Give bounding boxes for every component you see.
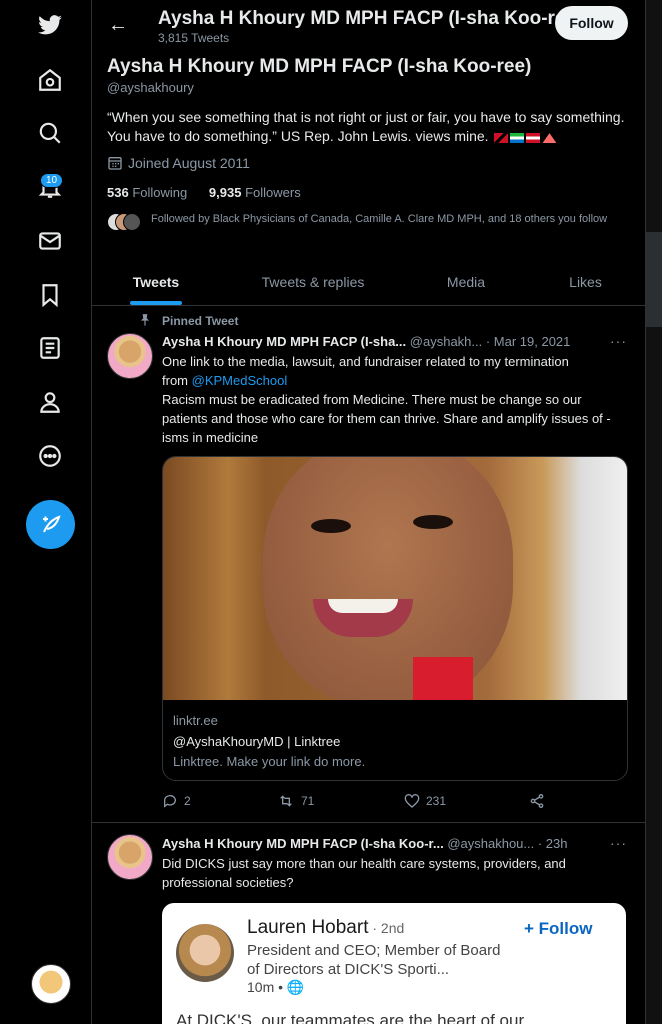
embedded-image[interactable]: Lauren Hobart · 2nd President and CEO; M… — [162, 903, 626, 1024]
portrait-face — [263, 457, 513, 700]
tweet-text-line1: One link to the media, lawsuit, and fund… — [162, 354, 569, 369]
followers-count: 9,935 — [208, 185, 242, 200]
card-photo — [163, 457, 627, 700]
more-icon[interactable] — [25, 431, 75, 481]
left-nav: 10 — [0, 0, 92, 1024]
joined-text: Joined August 2011 — [128, 155, 250, 171]
tweet-more-icon[interactable]: ··· — [610, 835, 627, 851]
tweet-actions: 2 71 231 — [162, 793, 632, 813]
profile-name: Aysha H Khoury MD MPH FACP (I-sha Koo-re… — [107, 56, 532, 77]
messages-icon[interactable] — [25, 216, 75, 266]
right-gutter — [645, 0, 662, 1024]
bookmarks-icon[interactable] — [25, 270, 75, 320]
linkedin-follow-button: + Follow — [524, 919, 593, 938]
followed-by-text: Followed by Black Physicians of Canada, … — [151, 213, 608, 225]
back-arrow-icon[interactable]: ← — [108, 14, 128, 37]
share-icon — [530, 794, 544, 808]
following-link[interactable]: 536 Following — [107, 185, 187, 200]
flag-emojis — [492, 128, 557, 147]
retweet-button[interactable]: 71 — [277, 793, 314, 809]
tweet-avatar[interactable] — [107, 834, 153, 880]
pin-icon — [140, 314, 150, 326]
card-domain: linktr.ee — [173, 713, 218, 728]
follow-button[interactable]: Follow — [555, 6, 628, 40]
header-profile-name: Aysha H Khoury MD MPH FACP (I-sha Koo-re… — [158, 8, 558, 29]
pinned-tweet[interactable]: Pinned Tweet Aysha H Khoury MD MPH FACP … — [92, 306, 645, 823]
calendar-icon — [108, 157, 122, 170]
share-button[interactable] — [529, 793, 545, 809]
linkedin-time: 10m • 🌐 — [247, 979, 305, 995]
followers-label: Followers — [245, 185, 301, 200]
compose-icon[interactable] — [26, 500, 75, 549]
lists-icon[interactable] — [25, 323, 75, 373]
tweet[interactable]: Aysha H Khoury MD MPH FACP (I-sha Koo-r.… — [92, 823, 645, 1024]
linkedin-title: President and CEO; Member of Board of Di… — [247, 942, 501, 978]
tweet-text-from: from — [162, 373, 192, 388]
reply-count: 2 — [184, 794, 191, 808]
twitter-logo-icon[interactable] — [25, 0, 75, 50]
following-count: 536 — [107, 185, 129, 200]
linkedin-degree: · 2nd — [368, 920, 405, 936]
tweet-author-name[interactable]: Aysha H Khoury MD MPH FACP (I-sha Koo-r.… — [162, 836, 444, 851]
card-description: Linktree. Make your link do more. — [173, 754, 366, 769]
tweet-more-icon[interactable]: ··· — [610, 333, 627, 349]
profile-header-bar: ← Aysha H Khoury MD MPH FACP (I-sha Koo-… — [92, 0, 645, 50]
followers-you-know-avatars — [107, 213, 141, 231]
tweet-avatar[interactable] — [107, 333, 153, 379]
tweet-header: Aysha H Khoury MD MPH FACP (I-sha... @ay… — [162, 334, 570, 349]
tweet-handle-time: @ayshakh... · Mar 19, 2021 — [409, 334, 571, 349]
followed-by[interactable]: Followed by Black Physicians of Canada, … — [107, 212, 617, 231]
profile-tabs: Tweets Tweets & replies Media Likes — [92, 258, 645, 306]
linkedin-name: Lauren Hobart — [247, 917, 369, 938]
main-column: ← Aysha H Khoury MD MPH FACP (I-sha Koo-… — [91, 0, 646, 1024]
tweet-text: Did DICKS just say more than our health … — [162, 856, 566, 890]
mention-link[interactable]: @KPMedSchool — [192, 373, 288, 388]
tweet-author-name[interactable]: Aysha H Khoury MD MPH FACP (I-sha... — [162, 334, 406, 349]
tab-tweets-and-replies[interactable]: Tweets & replies — [220, 258, 406, 305]
followers-link[interactable]: 9,935 Followers — [209, 185, 301, 200]
tab-tweets[interactable]: Tweets — [92, 258, 220, 305]
profile-handle: @ayshakhoury — [107, 80, 194, 95]
profile-stats: 536 Following 9,935 Followers — [107, 185, 301, 200]
linkedin-name-line: Lauren Hobart · 2nd — [247, 917, 404, 939]
linkedin-avatar — [176, 924, 234, 982]
profile-bio: “When you see something that is not righ… — [107, 108, 632, 147]
like-button[interactable]: 231 — [404, 793, 446, 809]
globe-icon: 🌐 — [286, 979, 305, 995]
reply-icon — [163, 795, 176, 808]
pinned-label: Pinned Tweet — [162, 314, 239, 328]
tweet-text: One link to the media, lawsuit, and fund… — [162, 352, 630, 447]
tweet-header: Aysha H Khoury MD MPH FACP (I-sha Koo-r.… — [162, 836, 567, 851]
joined-date: Joined August 2011 — [107, 155, 250, 171]
header-tweet-count: 3,815 Tweets — [158, 31, 230, 45]
reply-button[interactable]: 2 — [162, 793, 191, 809]
retweet-count: 71 — [301, 794, 315, 808]
tab-likes[interactable]: Likes — [526, 258, 645, 305]
like-icon — [404, 794, 420, 808]
like-count: 231 — [426, 794, 447, 808]
tweet-text-rest: Racism must be eradicated from Medicine.… — [162, 392, 611, 445]
notifications-badge: 10 — [40, 173, 64, 188]
tweet-handle-time: @ayshakhou... · 23h — [447, 836, 568, 851]
link-card[interactable]: linktr.ee @AyshaKhouryMD | Linktree Link… — [162, 456, 628, 781]
explore-icon[interactable] — [25, 108, 75, 158]
linkedin-post-text: At DICK'S, our teammates are the heart o… — [176, 1011, 525, 1024]
active-tab-indicator — [130, 301, 182, 305]
retweet-icon — [280, 795, 292, 807]
following-label: Following — [132, 185, 188, 200]
tab-media[interactable]: Media — [406, 258, 526, 305]
account-avatar[interactable] — [31, 964, 71, 1004]
profile-icon[interactable] — [25, 377, 75, 427]
card-title: @AyshaKhouryMD | Linktree — [173, 734, 341, 749]
home-icon[interactable] — [25, 55, 75, 105]
